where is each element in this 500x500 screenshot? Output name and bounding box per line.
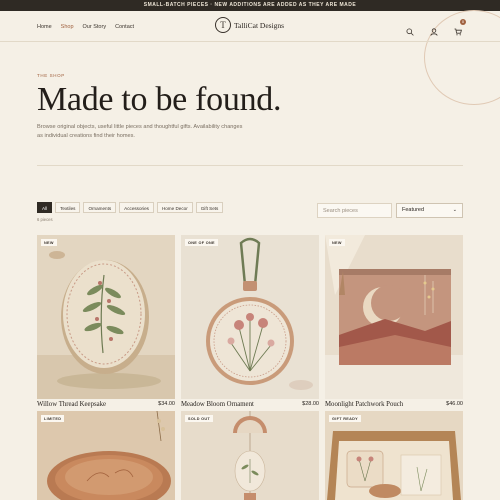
filter-chip-textiles[interactable]: Textiles [55, 202, 81, 213]
search-input[interactable] [317, 203, 392, 218]
product-card-willow-keepsake[interactable]: NEW Willow Thread Keepsake $34.00 [37, 235, 175, 410]
cart-count-badge: 0 [460, 18, 466, 25]
account-icon[interactable] [430, 23, 438, 36]
page-subtitle: Browse original objects, useful little p… [37, 124, 243, 139]
filter-chip-gift-sets[interactable]: Gift Sets [195, 202, 224, 213]
filter-chip-home-decor[interactable]: Home Decor [156, 202, 193, 213]
logo-text: TalliCat Designs [234, 20, 285, 30]
product-badge: NEW [329, 239, 345, 246]
page-title: Made to be found. [37, 81, 282, 118]
product-badge: SOLD OUT [185, 415, 214, 422]
product-card-limited[interactable]: LIMITED [37, 411, 175, 500]
result-count: 6 pieces [37, 217, 53, 222]
nav-link-contact[interactable]: Contact [115, 24, 134, 30]
product-badge: ONE OF ONE [185, 239, 218, 246]
product-image: ONE OF ONE [181, 235, 319, 399]
product-image: NEW [325, 235, 463, 399]
nav-link-shop[interactable]: Shop [61, 24, 74, 30]
announcement-bar: SMALL-BATCH PIECES · NEW ADDITIONS ARE A… [0, 0, 500, 11]
product-price: $46.00 [446, 401, 463, 407]
nav-links: Home Shop Our Story Contact [37, 11, 143, 42]
product-title[interactable]: Willow Thread Keepsake [37, 401, 106, 408]
filter-chip-all[interactable]: All [37, 202, 53, 213]
category-filters: All Textiles Ornaments Accessories Home … [37, 202, 224, 213]
product-card-moonlight-pouch[interactable]: NEW Moonlight Patchwork Pouch $46.00 [325, 235, 463, 410]
section-divider [37, 165, 463, 166]
product-price: $34.00 [158, 401, 175, 407]
product-card-sold-out[interactable]: SOLD OUT [181, 411, 319, 500]
product-card-meadow-ornament[interactable]: ONE OF ONE Meadow Bloom Ornament $28.00 [181, 235, 319, 410]
page-eyebrow: THE SHOP [37, 73, 65, 78]
product-image: NEW [37, 235, 175, 399]
product-card-gift-ready[interactable]: GIFT READY [325, 411, 463, 500]
product-badge: LIMITED [41, 415, 65, 422]
search-icon[interactable] [406, 23, 414, 36]
product-price: $28.00 [302, 401, 319, 407]
site-logo[interactable]: T TalliCat Designs [215, 17, 284, 33]
chevron-down-icon: ⌄ [452, 207, 457, 213]
nav-link-home[interactable]: Home [37, 24, 52, 30]
filter-chip-ornaments[interactable]: Ornaments [83, 202, 117, 213]
logo-mark: T [215, 17, 231, 33]
nav-link-our-story[interactable]: Our Story [83, 24, 107, 30]
product-title[interactable]: Moonlight Patchwork Pouch [325, 401, 403, 408]
product-image: LIMITED [37, 411, 175, 500]
product-badge: GIFT READY [329, 415, 361, 422]
sort-value: Featured [402, 207, 425, 213]
product-badge: NEW [41, 239, 57, 246]
filter-chip-accessories[interactable]: Accessories [119, 202, 154, 213]
product-image: GIFT READY [325, 411, 463, 500]
main-nav: Home Shop Our Story Contact T TalliCat D… [0, 11, 500, 42]
sort-select[interactable]: Featured ⌄ [396, 203, 463, 218]
cart-icon[interactable]: 0 [454, 18, 466, 35]
product-title[interactable]: Meadow Bloom Ornament [181, 401, 254, 408]
product-image: SOLD OUT [181, 411, 319, 500]
header-icons: 0 [406, 11, 466, 42]
